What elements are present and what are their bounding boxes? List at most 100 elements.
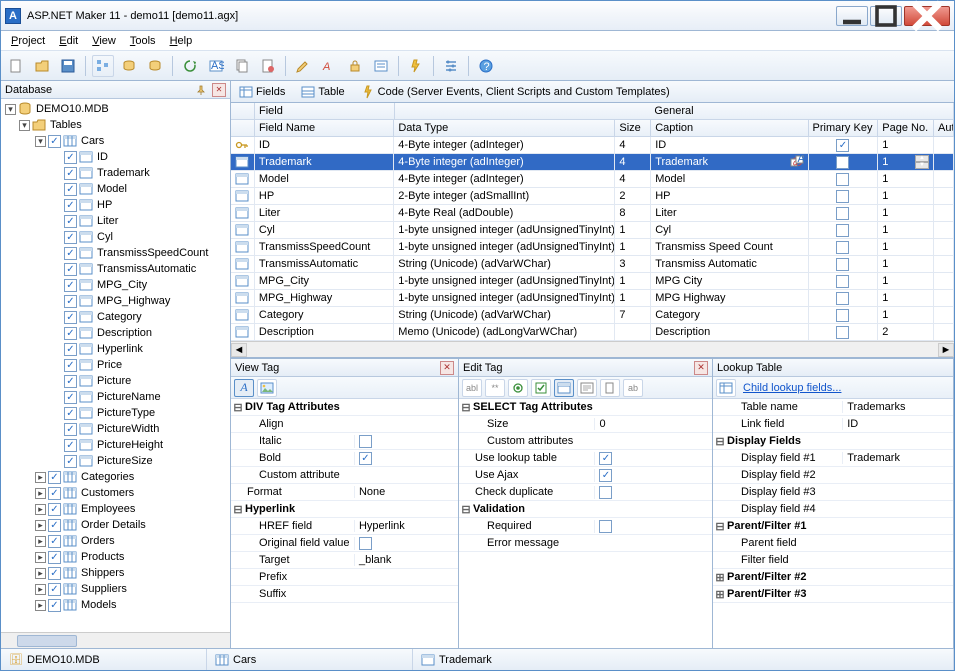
lookup-table-icon[interactable] [716,379,736,397]
tree-field[interactable]: ✓Category [1,309,230,325]
cell-pageno[interactable]: 1 [878,273,934,290]
lock-icon[interactable] [344,55,366,77]
expander-icon[interactable]: ▸ [35,584,46,595]
cell-caption[interactable]: MPG Highway [651,290,808,307]
checkbox[interactable]: ✓ [64,279,77,292]
tree-table[interactable]: ▸✓Employees [1,501,230,517]
tab-table[interactable]: Table [297,83,348,101]
edittag-cat-select[interactable]: SELECT Tag Attributes [473,401,594,413]
edittag-checkbox-icon[interactable] [531,379,551,397]
cell-pageno[interactable]: 1▲▼ [878,154,934,171]
cell-pageno[interactable]: 2 [878,324,934,341]
edittag-ajax-checkbox[interactable]: ✓ [599,469,612,482]
checkbox[interactable]: ✓ [64,215,77,228]
cell-pageno[interactable]: 1 [878,256,934,273]
tree-field[interactable]: ✓TransmissSpeedCount [1,245,230,261]
expander-icon[interactable]: ▸ [35,568,46,579]
cell-fieldname[interactable]: MPG_City [255,273,394,290]
edittag-password-icon[interactable]: ** [485,379,505,397]
grid-row[interactable]: HP2-Byte integer (adSmallInt)2HP1 [231,188,954,205]
expander-icon[interactable]: ▸ [35,600,46,611]
cell-pageno[interactable]: 1 [878,307,934,324]
viewtag-formatted-icon[interactable]: A [234,379,254,397]
tree-field[interactable]: ✓Price [1,357,230,373]
tree-table-cars[interactable]: ▾✓Cars [1,133,230,149]
pin-icon[interactable] [194,83,208,97]
tree-table[interactable]: ▸✓Shippers [1,565,230,581]
cell-pageno[interactable]: 1 [878,290,934,307]
tree-field[interactable]: ✓MPG_City [1,277,230,293]
grid-row[interactable]: ID4-Byte integer (adInteger)4ID✓1 [231,137,954,154]
checkbox[interactable] [836,190,849,203]
tree-field[interactable]: ✓PictureType [1,405,230,421]
db-tree-icon[interactable] [92,55,114,77]
grid-row[interactable]: CategoryString (Unicode) (adVarWChar)7Ca… [231,307,954,324]
tree-field[interactable]: ✓Picture [1,373,230,389]
cell-primarykey[interactable] [809,307,879,324]
tree-hscroll[interactable] [1,632,230,648]
menu-help[interactable]: Help [164,33,199,49]
options-icon[interactable] [440,55,462,77]
tree-field[interactable]: ✓Description [1,325,230,341]
cell-primarykey[interactable] [809,324,879,341]
checkbox[interactable]: ✓ [64,327,77,340]
col-caption[interactable]: Caption [651,120,808,137]
col-size[interactable]: Size [615,120,651,137]
cell-pageno[interactable]: 1 [878,171,934,188]
tree-field[interactable]: ✓Trademark [1,165,230,181]
grid-row[interactable]: Liter4-Byte Real (adDouble)8Liter1 [231,205,954,222]
viewtag-target-value[interactable]: _blank [354,554,458,566]
checkbox[interactable]: ✓ [64,151,77,164]
cell-caption[interactable]: Cyl [651,222,808,239]
checkbox[interactable]: ✓ [48,535,61,548]
viewtag-bold-checkbox[interactable]: ✓ [359,452,372,465]
help-icon[interactable]: ? [475,55,497,77]
edittag-lookup-checkbox[interactable]: ✓ [599,452,612,465]
cell-fieldname[interactable]: Model [255,171,394,188]
tree-field[interactable]: ✓Hyperlink [1,341,230,357]
tree-field[interactable]: ✓TransmissAutomatic [1,261,230,277]
checkbox[interactable]: ✓ [64,199,77,212]
expander-icon[interactable]: ▸ [35,504,46,515]
checkbox[interactable] [836,224,849,237]
cell-primarykey[interactable] [809,205,879,222]
cell-fieldname[interactable]: ID [255,137,394,154]
tree-table[interactable]: ▸✓Models [1,597,230,613]
col-primarykey[interactable]: Primary Key [809,120,879,137]
checkbox[interactable] [836,241,849,254]
expander-icon[interactable]: ▸ [35,536,46,547]
sync-icon[interactable] [118,55,140,77]
tree-field[interactable]: ✓Cyl [1,229,230,245]
cell-primarykey[interactable] [809,273,879,290]
cell-fieldname[interactable]: Trademark [255,154,394,171]
viewtag-cat-hyperlink[interactable]: Hyperlink [245,503,354,515]
child-lookup-link[interactable]: Child lookup fields... [739,382,950,394]
cell-caption[interactable]: HP [651,188,808,205]
grid-hscroll[interactable]: ◄► [231,341,954,357]
grid-row[interactable]: DescriptionMemo (Unicode) (adLongVarWCha… [231,324,954,341]
checkbox[interactable] [836,309,849,322]
checkbox[interactable]: ✓ [48,503,61,516]
viewtag-cat-div[interactable]: DIV Tag Attributes [245,401,354,413]
edittag-dup-checkbox[interactable] [599,486,612,499]
viewtag-image-icon[interactable] [257,379,277,397]
edittag-close-icon[interactable]: ✕ [694,361,708,375]
tree-field[interactable]: ✓HP [1,197,230,213]
expander-icon[interactable]: ▸ [35,472,46,483]
grid-row[interactable]: Model4-Byte integer (adInteger)4Model1 [231,171,954,188]
checkbox[interactable] [836,258,849,271]
grid-row[interactable]: Trademark4-Byte integer (adInteger)4Trad… [231,154,954,171]
tree-table[interactable]: ▸✓Customers [1,485,230,501]
cell-pageno[interactable]: 1 [878,188,934,205]
panel-close-icon[interactable]: ✕ [212,83,226,97]
grid-row[interactable]: Cyl1-byte unsigned integer (adUnsignedTi… [231,222,954,239]
checkbox[interactable]: ✓ [836,139,849,152]
menu-project[interactable]: Project [5,33,51,49]
edittag-radio-icon[interactable] [508,379,528,397]
translate-icon[interactable]: あA [790,155,804,170]
cell-pageno[interactable]: 1 [878,222,934,239]
grid-row[interactable]: TransmissSpeedCount1-byte unsigned integ… [231,239,954,256]
refresh-icon[interactable] [179,55,201,77]
viewtag-close-icon[interactable]: ✕ [440,361,454,375]
col-datatype[interactable]: Data Type [394,120,615,137]
